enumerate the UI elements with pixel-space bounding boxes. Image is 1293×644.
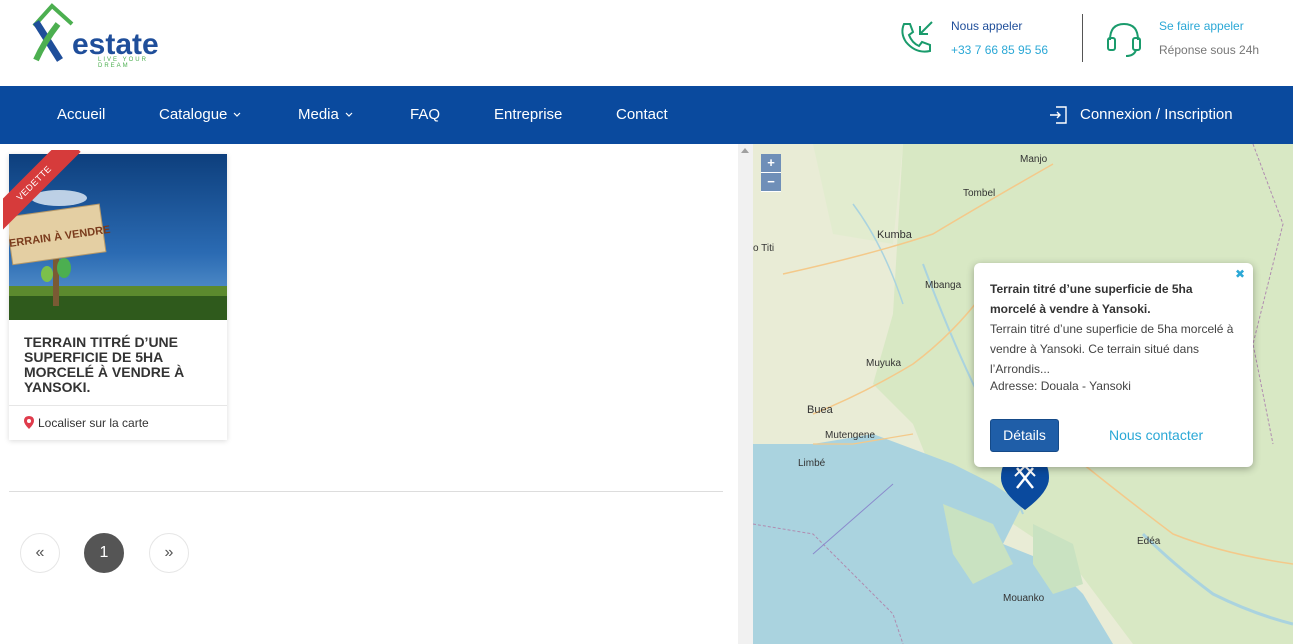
call-title: Nous appeler xyxy=(951,19,1023,33)
map-pin-icon xyxy=(24,416,34,429)
close-icon[interactable]: ✖ xyxy=(1235,267,1245,281)
callback-title[interactable]: Se faire appeler xyxy=(1159,19,1244,33)
nav-label: FAQ xyxy=(410,106,441,123)
details-button[interactable]: Détails xyxy=(990,419,1059,452)
listing-card[interactable]: TERRAIN À VENDRE VEDETTE TERRAIN TITRÉ D… xyxy=(3,150,227,440)
call-us[interactable]: Nous appeler +33 7 66 85 95 56 xyxy=(896,14,1076,62)
map-place-label: Manjo xyxy=(1020,154,1048,165)
locate-on-map-link[interactable]: Localiser sur la carte xyxy=(24,416,149,430)
map-place-label: Mbanga xyxy=(925,280,962,291)
map-place-label: Mutengene xyxy=(825,430,876,441)
map-place-label: o Titi xyxy=(753,243,775,254)
property-map[interactable]: + − Manjo Tombel Kumba o Titi Mbanga Muy… xyxy=(753,144,1293,644)
pagination-next[interactable]: » xyxy=(149,533,189,573)
nav-item-faq[interactable]: FAQ xyxy=(410,86,440,144)
nav-item-entreprise[interactable]: Entreprise xyxy=(494,86,562,144)
phone-number[interactable]: +33 7 66 85 95 56 xyxy=(951,43,1048,57)
main-nav: Accueil Catalogue Media FAQ Entreprise C… xyxy=(0,86,1293,144)
chevron-down-icon xyxy=(233,112,241,117)
map-place-label: Muyuka xyxy=(866,358,902,369)
map-place-label: Kumba xyxy=(877,229,912,241)
request-callback[interactable]: Se faire appeler Réponse sous 24h xyxy=(1104,14,1284,62)
headset-icon xyxy=(1107,22,1141,57)
nav-label: Catalogue xyxy=(159,106,228,123)
phone-icon xyxy=(901,21,933,53)
map-place-label: Tombel xyxy=(963,188,996,199)
nav-label: Contact xyxy=(616,106,668,123)
map-place-label: Edéa xyxy=(1137,536,1161,547)
card-divider xyxy=(9,405,227,406)
results-divider xyxy=(9,491,723,492)
map-place-label: Buea xyxy=(807,404,833,416)
contact-link[interactable]: Nous contacter xyxy=(1109,427,1203,443)
map-zoom-controls: + − xyxy=(761,154,781,192)
site-header: estate LIVE YOUR DREAM Nous appeler +33 … xyxy=(0,0,1293,86)
callback-subtitle: Réponse sous 24h xyxy=(1159,43,1260,57)
logo-tagline: LIVE YOUR DREAM xyxy=(98,57,148,69)
nav-label: Accueil xyxy=(57,106,106,123)
zoom-in-button[interactable]: + xyxy=(761,154,781,173)
nav-item-media[interactable]: Media xyxy=(298,86,353,144)
chevron-down-icon xyxy=(345,112,353,117)
nav-label: Entreprise xyxy=(494,106,563,123)
login-link[interactable]: Connexion / Inscription xyxy=(1080,86,1233,144)
left-pane-scrollbar[interactable] xyxy=(738,144,753,644)
popup-description: Terrain titré d’une superficie de 5ha mo… xyxy=(990,322,1234,376)
header-divider xyxy=(1082,14,1083,62)
login-icon xyxy=(1050,106,1067,124)
scroll-up-arrow-icon[interactable] xyxy=(741,148,749,153)
map-popup: ✖ Terrain titré d’une superficie de 5ha … xyxy=(974,263,1253,467)
nav-label: Media xyxy=(298,106,339,123)
pagination-page-1[interactable]: 1 xyxy=(84,533,124,573)
nav-item-contact[interactable]: Contact xyxy=(616,86,668,144)
popup-title: Terrain titré d’une superficie de 5ha mo… xyxy=(990,282,1193,316)
popup-address: Adresse: Douala - Yansoki xyxy=(990,379,1131,393)
nav-item-catalogue[interactable]: Catalogue xyxy=(159,86,241,144)
badge-label: VEDETTE xyxy=(3,150,81,230)
pagination-prev[interactable]: « xyxy=(20,533,60,573)
site-logo[interactable]: estate LIVE YOUR DREAM xyxy=(30,2,160,69)
map-place-label: Mouanko xyxy=(1003,593,1045,604)
listing-title[interactable]: TERRAIN TITRÉ D’UNE SUPERFICIE DE 5HA MO… xyxy=(24,335,214,395)
zoom-out-button[interactable]: − xyxy=(761,173,781,192)
nav-item-accueil[interactable]: Accueil xyxy=(57,86,105,144)
locate-label: Localiser sur la carte xyxy=(38,416,149,430)
featured-badge: VEDETTE xyxy=(3,150,83,230)
map-place-label: Limbé xyxy=(798,458,826,469)
